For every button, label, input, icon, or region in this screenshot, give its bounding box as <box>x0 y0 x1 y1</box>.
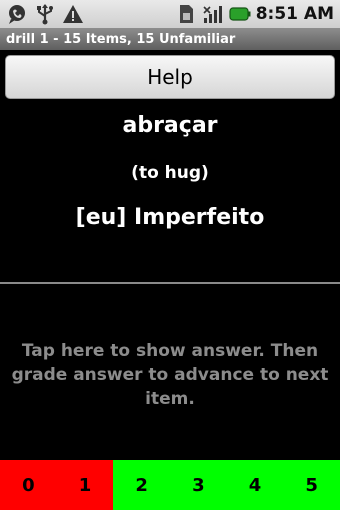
warning-icon <box>62 3 84 25</box>
answer-prompt: Tap here to show answer. Then grade answ… <box>11 341 329 409</box>
grade-button-5[interactable]: 5 <box>283 460 340 510</box>
question-meaning: (to hug) <box>131 163 209 183</box>
notification-icons <box>6 3 84 25</box>
grade-button-3[interactable]: 3 <box>170 460 227 510</box>
divider <box>0 282 340 284</box>
status-bar: 8:51 AM <box>0 0 340 28</box>
title-bar: drill 1 - 15 Items, 15 Unfamiliar <box>0 28 340 50</box>
grade-button-2[interactable]: 2 <box>113 460 171 510</box>
question-form: [eu] Imperfeito <box>75 205 265 230</box>
show-answer-area[interactable]: Tap here to show answer. Then grade answ… <box>0 286 340 458</box>
window-title: drill 1 - 15 Items, 15 Unfamiliar <box>6 31 236 47</box>
grade-bar: 0 1 2 3 4 5 <box>0 460 340 510</box>
app-screen: 8:51 AM drill 1 - 15 Items, 15 Unfamilia… <box>0 0 340 510</box>
grade-button-4[interactable]: 4 <box>226 460 284 510</box>
grade-button-0[interactable]: 0 <box>0 460 57 510</box>
system-icons: 8:51 AM <box>175 3 334 25</box>
usb-icon <box>34 3 56 25</box>
battery-icon <box>229 3 251 25</box>
signal-icon <box>202 3 224 25</box>
help-button[interactable]: Help <box>5 55 335 99</box>
grade-button-1[interactable]: 1 <box>56 460 114 510</box>
question-word: abraçar <box>122 113 218 138</box>
talk-bubble-icon <box>6 3 28 25</box>
status-time: 8:51 AM <box>255 4 334 24</box>
sim-icon <box>175 3 197 25</box>
